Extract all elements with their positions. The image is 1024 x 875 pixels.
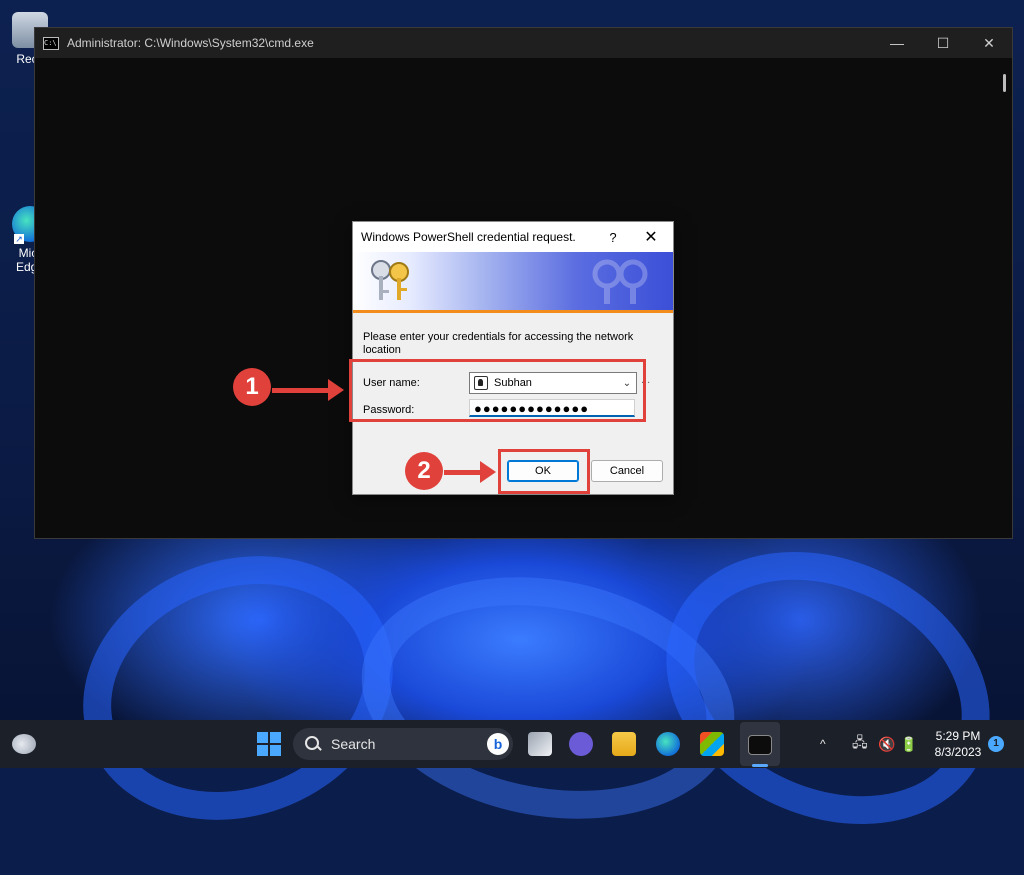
step-2-badge: 2: [405, 452, 443, 490]
start-button[interactable]: [257, 732, 281, 756]
start-tile: [257, 745, 268, 756]
network-icon[interactable]: 🖧: [852, 720, 868, 768]
start-tile: [270, 745, 281, 756]
search-icon: [305, 736, 321, 752]
start-tile: [270, 732, 281, 743]
teams-chat-icon[interactable]: [569, 732, 593, 756]
wallpaper-swirl: [621, 500, 1024, 875]
help-button[interactable]: ?: [597, 230, 629, 245]
show-hidden-icons-chevron[interactable]: ^: [820, 720, 826, 768]
store-icon[interactable]: [700, 732, 724, 756]
cmd-app-icon: C:\: [43, 36, 59, 50]
maximize-button[interactable]: ☐: [920, 28, 966, 58]
cmd-window-title: Administrator: C:\Windows\System32\cmd.e…: [67, 36, 314, 50]
task-view-icon[interactable]: [528, 732, 552, 756]
volume-muted-icon[interactable]: 🔇: [878, 720, 895, 768]
step-2-arrow: [444, 461, 496, 483]
weather-icon[interactable]: [12, 734, 36, 754]
step-1-badge: 1: [233, 368, 271, 406]
dialog-title: Windows PowerShell credential request.: [361, 230, 576, 244]
dialog-message: Please enter your credentials for access…: [363, 331, 634, 356]
start-tile: [257, 732, 268, 743]
notification-badge[interactable]: 1: [988, 736, 1004, 752]
banner-watermark-icon: [592, 259, 648, 304]
file-explorer-icon[interactable]: [612, 732, 636, 756]
taskbar-clock[interactable]: 5:29 PM 8/3/2023: [928, 728, 988, 760]
step-1-arrow: [272, 379, 344, 401]
dialog-banner: [353, 252, 673, 313]
cmd-taskbar-icon[interactable]: [748, 735, 772, 755]
battery-icon[interactable]: 🔋: [900, 720, 917, 768]
highlight-credentials-box: [349, 359, 646, 422]
keys-icon: [371, 260, 409, 300]
edge-taskbar-icon[interactable]: [656, 732, 680, 756]
bing-icon[interactable]: b: [487, 733, 509, 755]
clock-date: 8/3/2023: [934, 745, 982, 759]
taskbar-search[interactable]: Search b: [293, 728, 513, 760]
dialog-titlebar[interactable]: Windows PowerShell credential request. ?…: [353, 222, 673, 252]
shortcut-arrow-icon: ↗: [14, 234, 24, 244]
cmd-titlebar[interactable]: C:\ Administrator: C:\Windows\System32\c…: [35, 28, 1012, 58]
active-indicator: [752, 764, 768, 767]
highlight-ok-box: [498, 449, 590, 494]
search-placeholder: Search: [331, 736, 376, 752]
taskbar: Search b ^ 🖧 🔇 🔋 5:29 PM 8/3/2023 1: [0, 720, 1024, 768]
dialog-close-button[interactable]: ✕: [629, 227, 673, 247]
cmd-scrollbar[interactable]: [1003, 74, 1006, 92]
minimize-button[interactable]: —: [874, 28, 920, 58]
clock-time: 5:29 PM: [935, 729, 981, 743]
cancel-button[interactable]: Cancel: [591, 460, 663, 482]
close-button[interactable]: ✕: [966, 28, 1012, 58]
